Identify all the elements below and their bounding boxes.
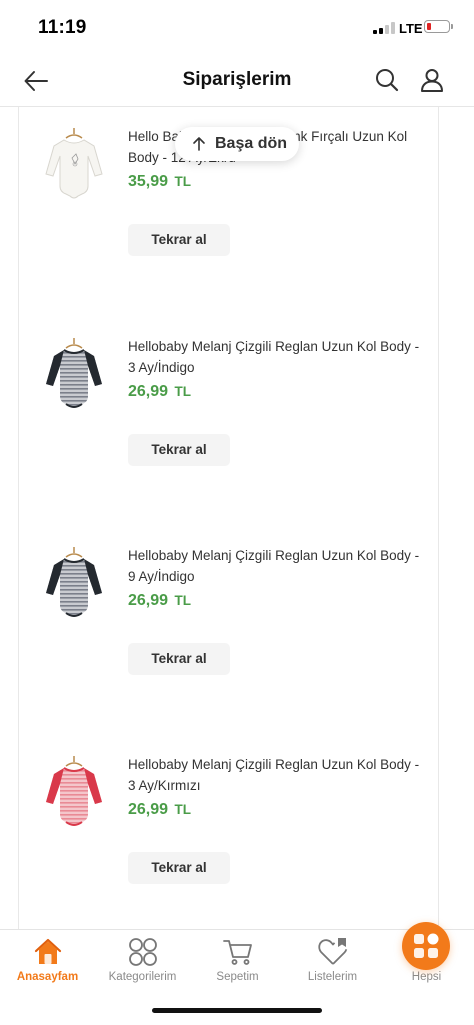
nav-item-lists[interactable]: Listelerim xyxy=(285,930,380,990)
price-value: 35,99 xyxy=(128,173,169,190)
product-price: 35,99 TL xyxy=(128,173,191,191)
search-icon xyxy=(376,69,399,92)
product-name[interactable]: Hellobaby Melanj Çizgili Reglan Uzun Kol… xyxy=(128,754,428,796)
categories-icon xyxy=(129,938,157,966)
reorder-button[interactable]: Tekrar al xyxy=(128,643,230,675)
product-image[interactable] xyxy=(42,336,106,416)
bodysuit-navy-striped-icon xyxy=(46,338,102,408)
product-name[interactable]: Hellobaby Melanj Çizgili Reglan Uzun Kol… xyxy=(128,545,428,587)
reorder-button[interactable]: Tekrar al xyxy=(128,852,230,884)
price-currency: TL xyxy=(174,593,192,608)
bodysuit-white-icon xyxy=(45,128,103,199)
nav-item-cart[interactable]: Sepetim xyxy=(190,930,285,990)
price-value: 26,99 xyxy=(128,383,169,400)
heart-list-icon xyxy=(318,938,348,965)
nav-item-home[interactable]: Anasayfam xyxy=(0,930,95,990)
order-item: Hellobaby Melanj Çizgili Reglan Uzun Kol… xyxy=(18,545,438,725)
bodysuit-navy-striped-icon xyxy=(46,547,102,617)
price-value: 26,99 xyxy=(128,592,169,609)
nav-label-all: Hepsi xyxy=(411,971,442,983)
profile-button[interactable] xyxy=(419,67,445,93)
nav-label-home: Anasayfam xyxy=(16,971,79,983)
product-price: 26,99 TL xyxy=(128,383,191,401)
product-price: 26,99 TL xyxy=(128,801,191,819)
search-button[interactable] xyxy=(374,67,400,93)
orders-list[interactable]: Başa dön Hello Baby Basic Bebek Renk Fır… xyxy=(0,107,474,929)
price-value: 26,99 xyxy=(128,801,169,818)
reorder-button[interactable]: Tekrar al xyxy=(128,434,230,466)
battery-icon xyxy=(424,20,453,33)
back-to-top-label: Başa dön xyxy=(215,135,288,152)
network-type: LTE xyxy=(399,21,423,36)
product-image[interactable] xyxy=(42,545,106,625)
cart-icon xyxy=(223,940,252,965)
nav-item-categories[interactable]: Kategorilerim xyxy=(95,930,190,990)
status-time: 11:19 xyxy=(38,17,87,38)
price-currency: TL xyxy=(174,384,192,399)
bodysuit-red-striped-icon xyxy=(46,756,102,826)
app-header: Siparişlerim xyxy=(0,56,474,107)
home-icon xyxy=(34,938,62,964)
hepsi-button[interactable] xyxy=(402,922,450,970)
reorder-button[interactable]: Tekrar al xyxy=(128,224,230,256)
nav-label-categories: Kategorilerim xyxy=(108,971,177,983)
user-icon xyxy=(421,69,443,92)
arrow-up-icon xyxy=(193,137,205,151)
page-title: Siparişlerim xyxy=(182,69,292,90)
grid-icon xyxy=(414,933,439,958)
order-item: Hellobaby Melanj Çizgili Reglan Uzun Kol… xyxy=(18,754,438,929)
price-currency: TL xyxy=(174,802,192,817)
home-indicator xyxy=(152,1008,322,1013)
product-price: 26,99 TL xyxy=(128,592,191,610)
nav-label-cart: Sepetim xyxy=(216,971,259,983)
back-button[interactable] xyxy=(22,68,50,94)
signal-icon xyxy=(373,22,395,34)
product-name[interactable]: Hellobaby Melanj Çizgili Reglan Uzun Kol… xyxy=(128,336,428,378)
arrow-left-icon xyxy=(24,71,48,91)
nav-label-lists: Listelerim xyxy=(307,971,358,983)
order-item: Hellobaby Melanj Çizgili Reglan Uzun Kol… xyxy=(18,336,438,516)
back-to-top-button[interactable]: Başa dön xyxy=(175,127,299,161)
product-image[interactable] xyxy=(42,754,106,834)
status-bar: 11:19 LTE xyxy=(0,0,474,56)
price-currency: TL xyxy=(174,174,192,189)
product-image[interactable] xyxy=(42,126,106,206)
